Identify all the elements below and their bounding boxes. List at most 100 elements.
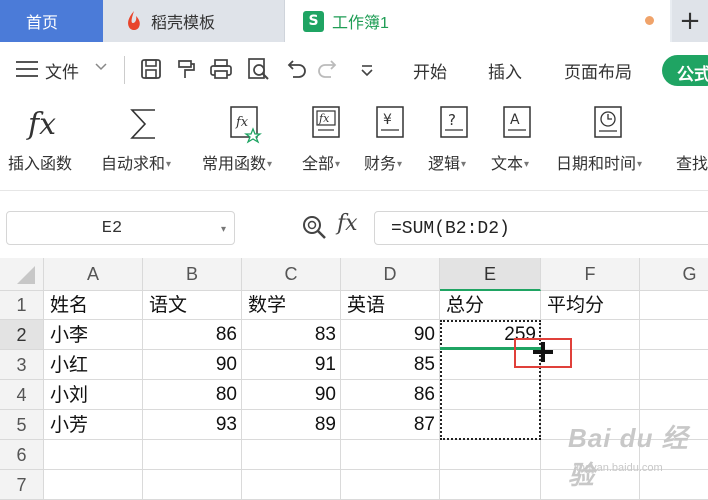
name-box[interactable]: E2 ▾ — [6, 211, 235, 245]
cell-f4[interactable] — [541, 380, 640, 410]
cell-d4[interactable]: 86 — [341, 380, 440, 410]
column-header-g[interactable]: G — [640, 258, 708, 291]
row-header-1[interactable]: 1 — [0, 291, 44, 320]
cell-e1[interactable]: 总分 — [440, 291, 541, 320]
chevron-down-icon[interactable]: ▾ — [221, 224, 226, 235]
cell-a2[interactable]: 小李 — [44, 320, 143, 350]
format-painter-icon[interactable] — [173, 56, 199, 82]
zoom-search-icon[interactable] — [300, 213, 328, 241]
column-header-c[interactable]: C — [242, 258, 341, 291]
more-options-icon[interactable] — [354, 56, 380, 82]
logic-button[interactable]: ? 逻辑▾ — [428, 100, 482, 180]
cell-b5[interactable]: 93 — [143, 410, 242, 440]
cell-b2[interactable]: 86 — [143, 320, 242, 350]
cell-g2[interactable] — [640, 320, 708, 350]
tab-template-label: 稻壳模板 — [151, 15, 216, 32]
cell-g1[interactable] — [640, 291, 708, 320]
cell-a6[interactable] — [44, 440, 143, 470]
tab-workbook[interactable]: S 工作簿1 — [285, 0, 670, 42]
row-header-7[interactable]: 7 — [0, 470, 44, 500]
cell-c6[interactable] — [242, 440, 341, 470]
svg-text:?: ? — [448, 111, 456, 129]
menu-home[interactable]: 开始 — [413, 58, 447, 83]
logic-label: 逻辑▾ — [428, 156, 467, 173]
column-header-a[interactable]: A — [44, 258, 143, 291]
cell-d2[interactable]: 90 — [341, 320, 440, 350]
column-header-d[interactable]: D — [341, 258, 440, 291]
redo-icon[interactable] — [315, 56, 341, 82]
fill-cross-cursor-icon[interactable] — [531, 340, 555, 364]
cell-c5[interactable]: 89 — [242, 410, 341, 440]
cell-a4[interactable]: 小刘 — [44, 380, 143, 410]
unsaved-dot-icon — [645, 16, 654, 25]
new-tab-button[interactable]: + — [672, 0, 708, 42]
formula-value: =SUM(B2:D2) — [391, 219, 510, 239]
menu-insert[interactable]: 插入 — [488, 58, 522, 83]
cell-e7[interactable] — [440, 470, 541, 500]
lookup-button[interactable]: 查找 — [676, 100, 708, 180]
cell-g4[interactable] — [640, 380, 708, 410]
cell-d3[interactable]: 85 — [341, 350, 440, 380]
select-all-triangle-icon — [17, 266, 35, 284]
menu-page-layout[interactable]: 页面布局 — [564, 58, 632, 83]
file-menu[interactable]: 文件 — [45, 58, 79, 83]
lookup-label: 查找 — [676, 156, 708, 173]
cell-c2[interactable]: 83 — [242, 320, 341, 350]
cell-d1[interactable]: 英语 — [341, 291, 440, 320]
cell-b1[interactable]: 语文 — [143, 291, 242, 320]
column-header-b[interactable]: B — [143, 258, 242, 291]
row-header-4[interactable]: 4 — [0, 380, 44, 410]
cell-a1[interactable]: 姓名 — [44, 291, 143, 320]
hamburger-icon[interactable] — [16, 61, 38, 82]
row-header-6[interactable]: 6 — [0, 440, 44, 470]
cell-a5[interactable]: 小芳 — [44, 410, 143, 440]
finance-button[interactable]: ¥ 财务▾ — [364, 100, 418, 180]
cell-c4[interactable]: 90 — [242, 380, 341, 410]
undo-icon[interactable] — [283, 56, 309, 82]
cell-f1[interactable]: 平均分 — [541, 291, 640, 320]
row-header-3[interactable]: 3 — [0, 350, 44, 380]
cell-c3[interactable]: 91 — [242, 350, 341, 380]
cell-g3[interactable] — [640, 350, 708, 380]
common-functions-button[interactable]: fx 常用函数▾ — [202, 100, 294, 180]
menu-formula[interactable]: 公式 — [662, 55, 708, 86]
print-icon[interactable] — [208, 56, 234, 82]
column-header-f[interactable]: F — [541, 258, 640, 291]
svg-text:¥: ¥ — [383, 112, 392, 128]
text-functions-icon: A — [503, 106, 531, 138]
cell-c7[interactable] — [242, 470, 341, 500]
fx-icon[interactable]: fx — [337, 211, 358, 236]
cell-a7[interactable] — [44, 470, 143, 500]
cell-b7[interactable] — [143, 470, 242, 500]
tab-template[interactable]: 稻壳模板 — [103, 0, 285, 42]
text-functions-label: 文本▾ — [491, 156, 530, 173]
cell-e6[interactable] — [440, 440, 541, 470]
clock-icon — [594, 106, 622, 138]
watermark-url: jingyan.baidu.com — [574, 462, 663, 474]
row-header-2[interactable]: 2 — [0, 320, 44, 350]
cell-c1[interactable]: 数学 — [242, 291, 341, 320]
all-functions-label: 全部▾ — [302, 156, 341, 173]
cell-b3[interactable]: 90 — [143, 350, 242, 380]
formula-input[interactable]: =SUM(B2:D2) — [374, 211, 708, 245]
cell-d6[interactable] — [341, 440, 440, 470]
cell-d7[interactable] — [341, 470, 440, 500]
print-preview-icon[interactable] — [245, 56, 271, 82]
row-header-5[interactable]: 5 — [0, 410, 44, 440]
save-icon[interactable] — [138, 56, 164, 82]
cell-a3[interactable]: 小红 — [44, 350, 143, 380]
autosum-button[interactable]: 自动求和▾ — [101, 100, 191, 180]
cell-b6[interactable] — [143, 440, 242, 470]
svg-text:fx: fx — [26, 107, 56, 142]
sigma-icon — [130, 109, 155, 139]
all-functions-button[interactable]: fx 全部▾ — [302, 100, 354, 180]
cell-b4[interactable]: 80 — [143, 380, 242, 410]
tab-home[interactable]: 首页 — [0, 0, 103, 42]
text-functions-button[interactable]: A 文本▾ — [491, 100, 545, 180]
chevron-down-icon[interactable] — [94, 62, 108, 72]
column-header-e[interactable]: E — [440, 258, 541, 291]
tab-workbook-label: 工作簿1 — [332, 15, 389, 32]
datetime-button[interactable]: 日期和时间▾ — [556, 100, 664, 180]
insert-function-button[interactable]: fx 插入函数 — [8, 100, 88, 180]
cell-d5[interactable]: 87 — [341, 410, 440, 440]
